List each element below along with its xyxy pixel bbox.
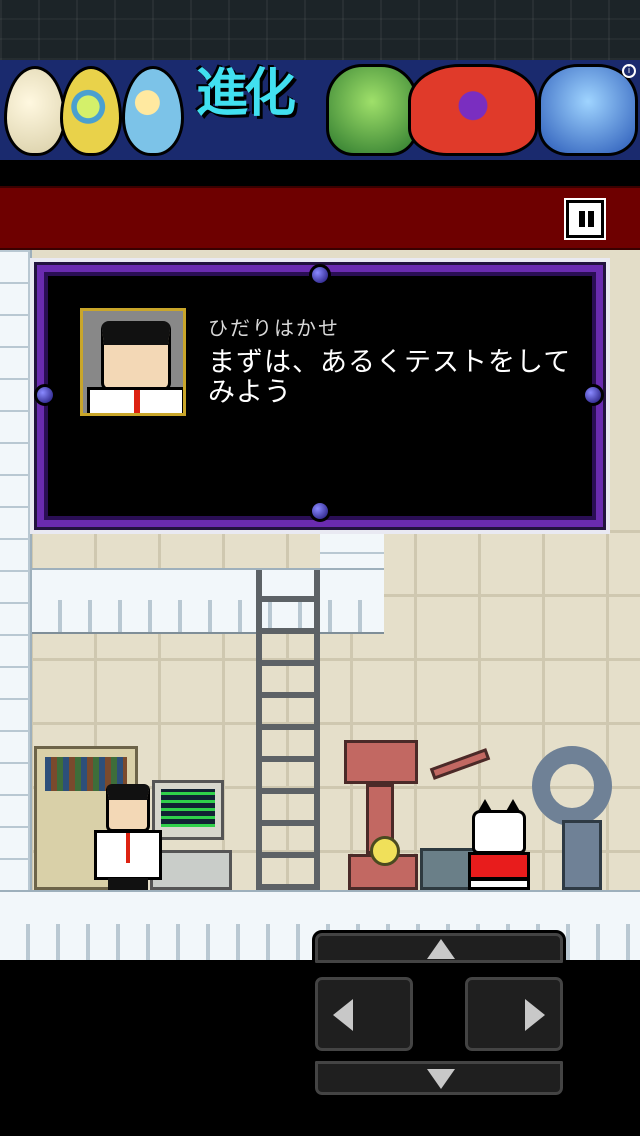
scientist-portrait-icon [80,308,186,416]
egg-green-icon [60,66,122,156]
dragon-blue-icon [538,64,638,156]
cat-robot-head [472,799,526,854]
pause-button[interactable] [566,200,604,238]
scientist-sprite [88,784,168,890]
scientist-legs [108,878,148,890]
ladder [256,570,320,890]
scientist-lab-coat [94,830,162,880]
scientist-head [106,784,150,832]
speaker-name: ひだりはかせ [208,316,340,340]
ad-banner[interactable]: 進化 i [0,60,640,160]
top-background-strip [0,0,640,60]
dragon-green-icon [326,64,418,156]
robot-machine-head [344,740,418,784]
dialog-gem-icon [309,500,331,522]
dpad [310,926,568,1102]
dialog-gem-icon [309,264,331,286]
dragon-red-icon [408,64,538,156]
down-arrow-icon [427,1069,455,1089]
info-icon[interactable]: i [622,64,636,78]
upper-platform [32,568,384,634]
left-arrow-icon [333,999,353,1031]
up-arrow-icon [427,939,455,959]
cat-robot-body [468,852,530,880]
robot-machine-dial [370,836,400,866]
dpad-up-button[interactable] [312,930,566,966]
dpad-left-button[interactable] [312,974,416,1054]
cat-robot-feet [468,878,530,890]
egg-blue-icon [122,66,184,156]
right-arrow-icon [525,999,545,1031]
arm-machine-post [562,820,602,890]
dpad-down-button[interactable] [312,1058,566,1098]
egg-white-icon [4,66,66,156]
header-bar [0,186,640,250]
portrait-face [101,321,171,391]
dialog-gem-icon [34,384,56,406]
cat-robot-sprite [462,799,536,890]
robot-machine-arm [429,748,491,780]
dialog-message: まずは、あるくテストをしてみよう [208,347,572,408]
dpad-right-button[interactable] [462,974,566,1054]
left-wall-pillar [0,250,32,900]
dialog-gem-icon [582,384,604,406]
ad-headline: 進化 [196,64,296,124]
arm-machine-ring [532,746,612,826]
portrait-coat [87,387,183,413]
